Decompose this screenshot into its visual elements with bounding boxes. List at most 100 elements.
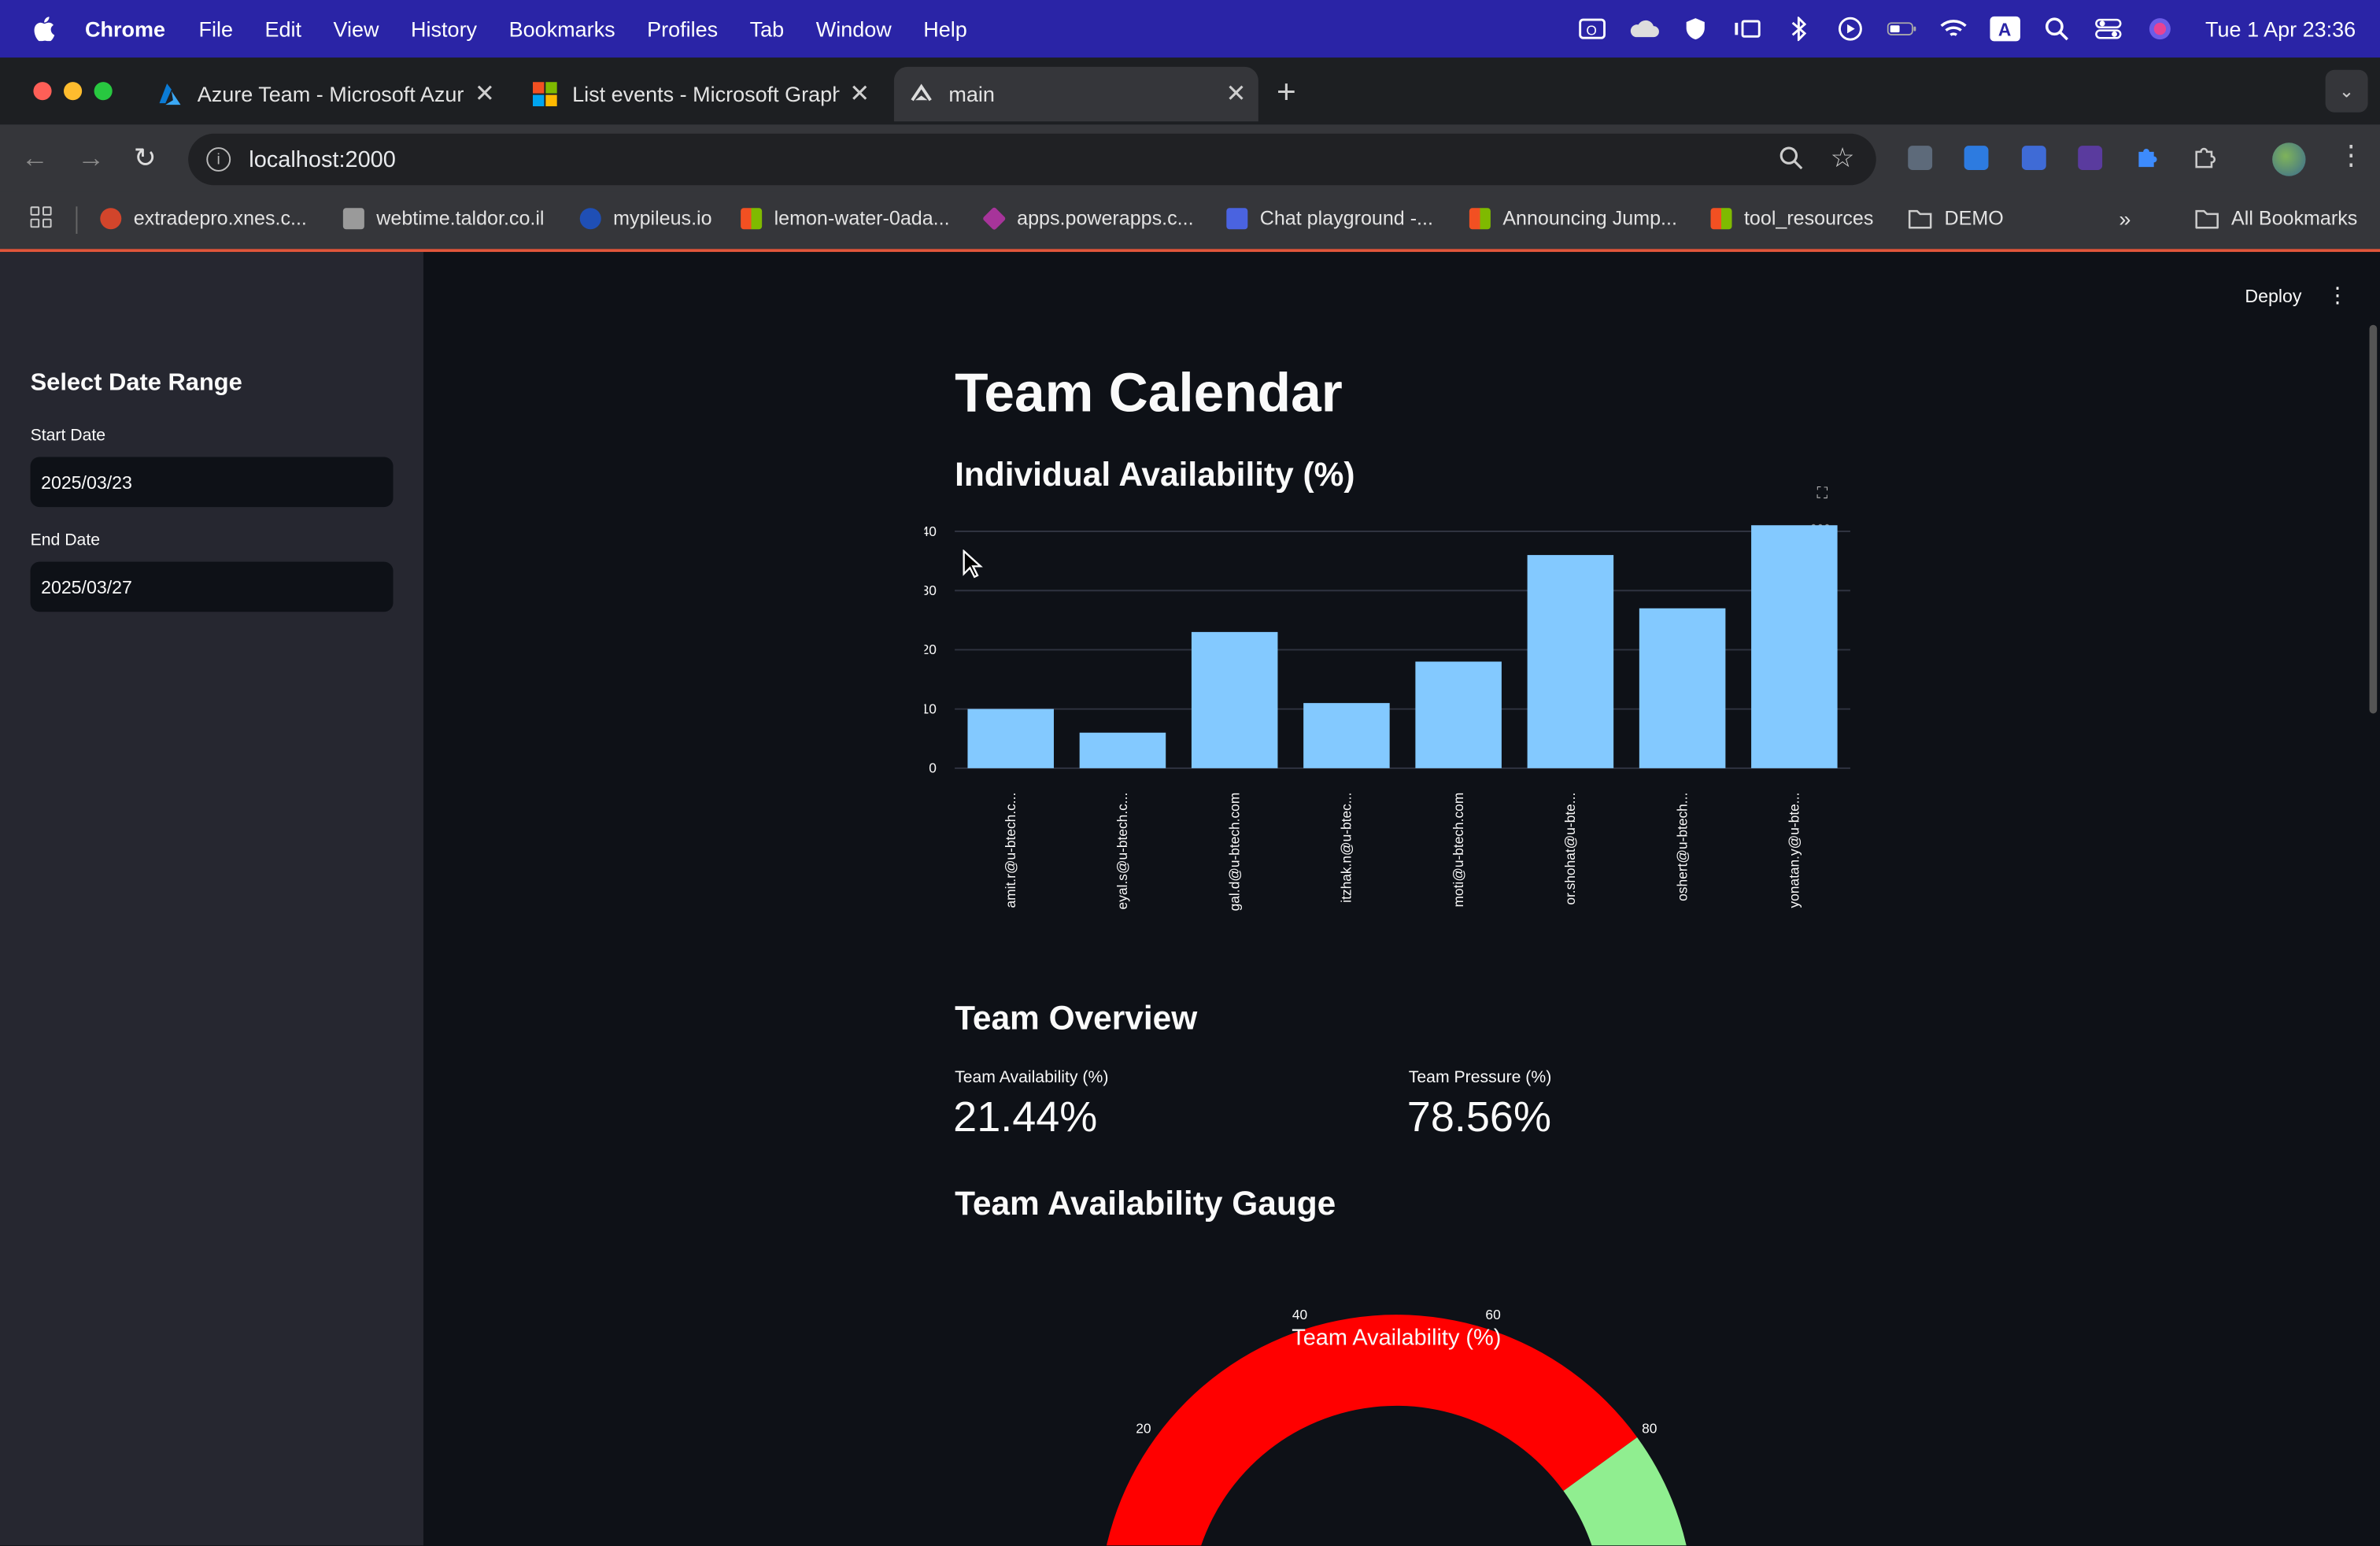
bookmark-lemon-water[interactable]: lemon-water-0ada... bbox=[741, 206, 950, 229]
apps-grid-icon[interactable] bbox=[30, 206, 52, 228]
gauge-title: Team Availability (%) bbox=[1292, 1326, 1501, 1351]
bookmark-tool-resources[interactable]: tool_resources bbox=[1710, 206, 1873, 229]
close-tab-icon[interactable]: ✕ bbox=[1226, 79, 1247, 109]
site-info-icon[interactable]: i bbox=[206, 147, 231, 172]
extension-icon-3[interactable] bbox=[2021, 146, 2046, 171]
fullscreen-icon[interactable]: ⛶ bbox=[1817, 486, 1828, 502]
end-date-input[interactable]: 2025/03/27 bbox=[30, 561, 394, 612]
address-url[interactable]: localhost:2000 bbox=[249, 146, 396, 172]
main-scrollbar[interactable] bbox=[2369, 324, 2378, 714]
menu-help[interactable]: Help bbox=[923, 17, 967, 41]
bookmark-favicon bbox=[1226, 207, 1248, 229]
bookmark-extradepro[interactable]: extradepro.xnes.c... bbox=[100, 206, 307, 229]
app-menu-kebab-icon[interactable]: ⋮ bbox=[2327, 283, 2349, 309]
address-bar[interactable]: i localhost:2000 ☆ bbox=[188, 133, 1876, 186]
bookmark-label: DEMO bbox=[1944, 206, 2004, 230]
bar bbox=[1079, 732, 1166, 768]
input-source-icon[interactable]: A bbox=[1990, 16, 2020, 42]
tab-title: Azure Team - Microsoft Azure bbox=[197, 82, 465, 107]
control-center-icon[interactable] bbox=[2093, 17, 2123, 41]
bookmark-label: extradepro.xnes.c... bbox=[133, 206, 307, 230]
more-bookmarks-chevron-icon[interactable]: » bbox=[2119, 206, 2131, 231]
forward-arrow-icon[interactable]: → bbox=[77, 142, 105, 175]
tab-search-chevron-icon[interactable]: ⌄ bbox=[2325, 69, 2368, 113]
outlook-icon[interactable]: O bbox=[1577, 17, 1608, 41]
bookmark-chat-playground[interactable]: Chat playground -... bbox=[1226, 206, 1433, 229]
menu-tab[interactable]: Tab bbox=[750, 17, 785, 41]
bookmark-label: apps.powerapps.c... bbox=[1017, 206, 1194, 230]
menu-bookmarks[interactable]: Bookmarks bbox=[509, 17, 615, 41]
bookmark-favicon bbox=[100, 207, 122, 229]
close-window-button[interactable] bbox=[33, 82, 52, 101]
powerapps-icon bbox=[981, 205, 1007, 231]
all-bookmarks-folder[interactable]: All Bookmarks bbox=[2195, 206, 2358, 230]
tab-list-events[interactable]: List events - Microsoft Graph ✕ bbox=[518, 67, 882, 121]
bar bbox=[1415, 661, 1502, 768]
team-pressure-label: Team Pressure (%) bbox=[1408, 1068, 1552, 1087]
bookmark-webtime[interactable]: webtime.taldor.co.il bbox=[342, 206, 545, 229]
tab-main[interactable]: main ✕ bbox=[893, 66, 1258, 122]
bookmark-announcing-jump[interactable]: Announcing Jump... bbox=[1469, 206, 1677, 229]
menu-view[interactable]: View bbox=[334, 17, 379, 41]
battery-icon[interactable] bbox=[1887, 17, 1917, 41]
extension-icon-4[interactable] bbox=[2078, 146, 2103, 171]
bookmark-folder-demo[interactable]: DEMO bbox=[1908, 206, 2004, 229]
bluetooth-icon[interactable] bbox=[1783, 17, 1814, 42]
wifi-icon[interactable] bbox=[1938, 17, 1969, 41]
apple-icon[interactable] bbox=[33, 17, 55, 42]
extensions-menu-icon[interactable] bbox=[2192, 146, 2216, 170]
bookmark-star-icon[interactable]: ☆ bbox=[1831, 142, 1855, 175]
gauge-tick-label: 20 bbox=[1136, 1420, 1151, 1436]
siri-icon[interactable] bbox=[2145, 17, 2175, 41]
bookmark-mypileus[interactable]: mypileus.io bbox=[579, 206, 712, 229]
streamlit-sidebar: Select Date Range Start Date 2025/03/23 … bbox=[0, 252, 424, 1546]
menu-window[interactable]: Window bbox=[816, 17, 892, 41]
browser-menu-kebab-icon[interactable]: ⋮ bbox=[2338, 139, 2365, 172]
menubar-clock[interactable]: Tue 1 Apr 23:36 bbox=[2205, 17, 2356, 41]
availability-bar-chart: 0 10 20 30 40 amit.r@u-btech.c... eyal.s@u-bte… bbox=[925, 525, 1850, 911]
app-menu-chrome[interactable]: Chrome bbox=[85, 17, 165, 41]
spotlight-search-icon[interactable] bbox=[2042, 17, 2072, 41]
x-tick-label: amit.r@u-btech.c... bbox=[1003, 793, 1018, 908]
sidebar-title: Select Date Range bbox=[30, 370, 242, 397]
menu-edit[interactable]: Edit bbox=[264, 17, 301, 41]
gauge-tick-label: 60 bbox=[1485, 1308, 1500, 1322]
bar bbox=[1527, 555, 1614, 768]
menu-history[interactable]: History bbox=[411, 17, 477, 41]
team-pressure-value: 78.56% bbox=[1406, 1093, 1551, 1141]
end-date-label: End Date bbox=[30, 531, 101, 550]
profile-avatar[interactable] bbox=[2272, 142, 2306, 176]
stage-manager-icon[interactable] bbox=[1731, 17, 1762, 41]
extension-icon-2[interactable] bbox=[1964, 146, 1989, 171]
x-tick-label: or.shohat@u-bte... bbox=[1562, 793, 1578, 905]
gauge-tick-label: 80 bbox=[1642, 1420, 1657, 1436]
bookmark-powerapps[interactable]: apps.powerapps.c... bbox=[981, 205, 1194, 231]
reload-icon[interactable]: ↻ bbox=[134, 142, 157, 175]
tab-azure-team[interactable]: Azure Team - Microsoft Azure ✕ bbox=[142, 67, 507, 121]
onedrive-cloud-icon[interactable] bbox=[1628, 17, 1659, 41]
screen: Chrome File Edit View History Bookmarks … bbox=[0, 0, 2380, 1546]
bookmark-label: All Bookmarks bbox=[2231, 206, 2358, 230]
close-tab-icon[interactable]: ✕ bbox=[849, 79, 870, 109]
menu-profiles[interactable]: Profiles bbox=[647, 17, 718, 41]
back-arrow-icon[interactable]: ← bbox=[21, 142, 49, 175]
start-date-input[interactable]: 2025/03/23 bbox=[30, 457, 394, 508]
zoom-window-button[interactable] bbox=[94, 82, 113, 101]
menu-file[interactable]: File bbox=[198, 17, 233, 41]
bar bbox=[1751, 525, 1838, 768]
svg-text:O: O bbox=[1586, 22, 1597, 38]
zoom-magnifier-icon[interactable] bbox=[1779, 146, 1803, 170]
deploy-button[interactable]: Deploy bbox=[2245, 286, 2301, 307]
y-tick-label: 30 bbox=[925, 583, 937, 598]
browser-tab-strip: Azure Team - Microsoft Azure ✕ List even… bbox=[0, 57, 2380, 125]
close-tab-icon[interactable]: ✕ bbox=[475, 79, 495, 109]
now-playing-icon[interactable] bbox=[1835, 17, 1865, 41]
extension-icon-1[interactable] bbox=[1908, 146, 1933, 171]
macos-menu-bar: Chrome File Edit View History Bookmarks … bbox=[0, 0, 2380, 58]
new-tab-button[interactable]: + bbox=[1277, 73, 1296, 113]
minimize-window-button[interactable] bbox=[64, 82, 83, 101]
overview-heading: Team Overview bbox=[955, 999, 1198, 1037]
team-availability-label: Team Availability (%) bbox=[955, 1068, 1109, 1087]
security-shield-icon[interactable] bbox=[1680, 17, 1711, 41]
puzzle-extension-icon[interactable] bbox=[2134, 146, 2159, 170]
